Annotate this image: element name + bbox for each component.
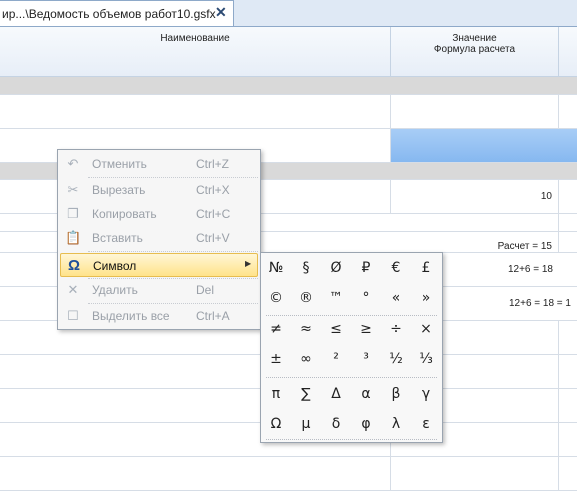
symbol-button[interactable]: ε — [411, 411, 441, 437]
column-header-name[interactable]: Наименование — [0, 27, 391, 77]
symbol-button[interactable]: ₽ — [351, 255, 381, 281]
omega-icon: Ω — [67, 257, 81, 274]
column-header-name-label: Наименование — [160, 33, 230, 44]
symbol-button[interactable]: £ — [411, 255, 441, 281]
menu-item-copy[interactable]: ❐ Копировать Ctrl+C — [60, 202, 258, 226]
symbol-button[interactable]: € — [381, 255, 411, 281]
menu-item-shortcut: Ctrl+X — [196, 183, 230, 197]
menu-item-undo[interactable]: ↶ Отменить Ctrl+Z — [60, 152, 258, 176]
symbol-button[interactable]: ™ — [321, 285, 351, 311]
symbol-button[interactable]: ½ — [381, 346, 411, 372]
scissors-icon: ✂ — [67, 182, 79, 197]
group-row — [0, 77, 577, 95]
symbol-button[interactable]: § — [291, 255, 321, 281]
symbol-button[interactable]: γ — [411, 381, 441, 407]
copy-icon: ❐ — [67, 206, 79, 221]
menu-item-cut[interactable]: ✂ Вырезать Ctrl+X — [60, 178, 258, 202]
table-row[interactable] — [0, 95, 577, 129]
submenu-separator — [266, 377, 437, 378]
symbol-button[interactable]: © — [261, 285, 291, 311]
menu-item-delete[interactable]: ✕ Удалить Del — [60, 278, 258, 302]
symbol-button[interactable]: ÷ — [381, 316, 411, 342]
value-cell[interactable] — [391, 95, 559, 128]
symbol-submenu: № § Ø ₽ € £ © ® ™ ° « » ≠ ≈ ≤ ≥ ÷ × ± ∞ … — [260, 252, 443, 443]
column-header-extra[interactable] — [559, 27, 577, 77]
menu-item-label: Удалить — [92, 283, 138, 297]
menu-item-shortcut: Ctrl+Z — [196, 157, 229, 171]
symbol-button[interactable]: × — [411, 316, 441, 342]
column-header-value[interactable]: Значение Формула расчета — [391, 27, 559, 77]
menu-item-label: Выделить все — [92, 309, 170, 323]
close-icon[interactable]: ✕ — [215, 4, 227, 21]
menu-item-shortcut: Ctrl+C — [196, 207, 231, 221]
submenu-arrow-icon: ▶ — [245, 259, 252, 268]
symbol-button[interactable]: ≠ — [261, 316, 291, 342]
symbol-button[interactable]: Ω — [261, 411, 291, 437]
symbol-button[interactable]: № — [261, 255, 291, 281]
symbol-button[interactable]: Δ — [321, 381, 351, 407]
symbol-button[interactable]: ∞ — [291, 346, 321, 372]
symbol-button[interactable]: β — [381, 381, 411, 407]
select-all-icon: ☐ — [67, 308, 79, 323]
symbol-button[interactable]: ² — [321, 346, 351, 372]
symbol-button[interactable]: ° — [351, 285, 381, 311]
column-header-value-label: Значение — [452, 33, 497, 44]
menu-item-shortcut: Ctrl+A — [196, 309, 230, 323]
menu-item-label: Отменить — [92, 157, 147, 171]
document-tab-bar: ир...\Ведомость объемов работ10.gsfx ✕ — [0, 0, 577, 27]
menu-separator — [88, 251, 258, 252]
symbol-button[interactable]: Ø — [321, 255, 351, 281]
symbol-button[interactable]: « — [381, 285, 411, 311]
value-cell[interactable]: 10 — [391, 180, 559, 213]
symbol-button[interactable]: δ — [321, 411, 351, 437]
symbol-button[interactable]: ≤ — [321, 316, 351, 342]
menu-item-select-all[interactable]: ☐ Выделить все Ctrl+A — [60, 304, 258, 328]
undo-icon: ↶ — [67, 156, 79, 171]
symbol-button[interactable]: ≥ — [351, 316, 381, 342]
symbol-button[interactable]: α — [351, 381, 381, 407]
symbol-button[interactable]: ⅓ — [411, 346, 441, 372]
value-cell-selected[interactable] — [391, 129, 577, 162]
symbol-button[interactable]: ± — [261, 346, 291, 372]
document-tab[interactable]: ир...\Ведомость объемов работ10.gsfx ✕ — [0, 0, 234, 26]
submenu-separator — [266, 439, 437, 440]
symbol-button[interactable]: ∑ — [291, 381, 321, 407]
tab-title: ир...\Ведомость объемов работ10.gsfx — [2, 7, 216, 21]
menu-item-shortcut: Del — [196, 283, 215, 297]
context-menu: ↶ Отменить Ctrl+Z ✂ Вырезать Ctrl+X ❐ Ко… — [57, 149, 261, 330]
menu-item-symbol[interactable]: Ω Символ ▶ — [60, 253, 258, 277]
value-cell[interactable]: Расчет = 15 — [391, 232, 559, 252]
delete-icon: ✕ — [67, 282, 79, 297]
symbol-button[interactable]: μ — [291, 411, 321, 437]
symbol-button[interactable]: ³ — [351, 346, 381, 372]
paste-icon: 📋 — [65, 230, 82, 245]
menu-item-label: Вставить — [92, 231, 143, 245]
menu-item-label: Вырезать — [92, 183, 146, 197]
symbol-button[interactable]: » — [411, 285, 441, 311]
symbol-button[interactable]: π — [261, 381, 291, 407]
column-header-formula-label: Формула расчета — [433, 44, 516, 55]
symbol-button[interactable]: φ — [351, 411, 381, 437]
symbol-button[interactable]: ® — [291, 285, 321, 311]
symbol-button[interactable]: λ — [381, 411, 411, 437]
menu-item-label: Копировать — [92, 207, 157, 221]
symbol-button[interactable]: ≈ — [291, 316, 321, 342]
table-row[interactable] — [0, 457, 577, 491]
menu-item-label: Символ — [93, 259, 137, 273]
menu-item-paste[interactable]: 📋 Вставить Ctrl+V — [60, 226, 258, 250]
menu-item-shortcut: Ctrl+V — [196, 231, 230, 245]
